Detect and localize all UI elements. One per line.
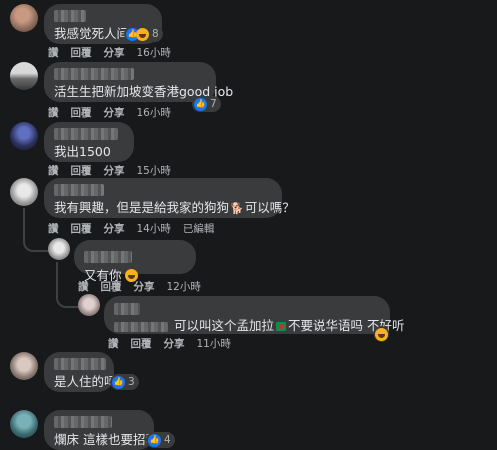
commenter-name[interactable]: [54, 358, 106, 370]
share-button[interactable]: 分享: [104, 165, 125, 177]
like-button[interactable]: 讚: [108, 338, 119, 350]
avatar[interactable]: [10, 410, 38, 438]
dog-emoji: 🐕: [230, 202, 244, 215]
reply-button[interactable]: 回覆: [71, 223, 92, 235]
comment-text: 活生生把新加坡变香港good job: [54, 84, 234, 99]
mention[interactable]: [114, 321, 168, 332]
reaction-summary[interactable]: 👍 4: [146, 432, 175, 448]
avatar[interactable]: [78, 294, 100, 316]
commenter-name[interactable]: [54, 128, 118, 140]
reaction-count: 3: [128, 376, 135, 388]
commenter-name[interactable]: [54, 184, 104, 196]
commenter-name[interactable]: [84, 250, 132, 263]
share-button[interactable]: 分享: [104, 107, 125, 119]
reaction-count: 4: [164, 434, 171, 446]
reaction-summary[interactable]: 👍 8: [124, 26, 163, 42]
bangladesh-flag-emoji: [276, 322, 287, 331]
commenter-name[interactable]: [54, 10, 86, 22]
reaction-summary[interactable]: [374, 326, 389, 342]
comment-text: 是人住的吗: [54, 374, 117, 389]
thread-connector: [23, 226, 49, 252]
comment-actions: 讚回覆 分享 16小時: [48, 105, 183, 120]
timestamp[interactable]: 15小時: [137, 165, 171, 177]
haha-icon: [375, 327, 388, 341]
like-button[interactable]: 讚: [48, 107, 59, 119]
like-icon: 👍: [112, 375, 125, 389]
comment-text: 我出1500: [54, 144, 111, 159]
timestamp[interactable]: 12小時: [167, 281, 201, 293]
reply-button[interactable]: 回覆: [71, 47, 92, 59]
commenter-name[interactable]: [54, 68, 134, 80]
reaction-count: 8: [152, 28, 159, 40]
comment-bubble: 我出1500: [44, 122, 134, 162]
edited-label: 已編輯: [182, 223, 215, 235]
timestamp[interactable]: 16小時: [137, 107, 171, 119]
comment-bubble: 又有你: [74, 240, 196, 283]
comment-text: 我有興趣，但是是給我家的狗狗🐕可以嗎？: [54, 199, 295, 218]
commenter-name[interactable]: [114, 303, 140, 315]
comment-bubble: 我有興趣，但是是給我家的狗狗🐕可以嗎？: [44, 178, 295, 218]
share-button[interactable]: 分享: [104, 47, 125, 59]
timestamp[interactable]: 16小時: [137, 47, 171, 59]
thread-connector: [56, 286, 80, 308]
avatar[interactable]: [10, 4, 38, 32]
comment-bubble: 爛床 這樣也要招租: [44, 410, 158, 450]
comment-text-part: 可以叫这个孟加拉: [174, 318, 275, 333]
reply-button[interactable]: 回覆: [71, 165, 92, 177]
like-button[interactable]: 讚: [78, 281, 89, 293]
comment-text-part: 可以嗎？: [244, 200, 295, 215]
comment-actions: 讚回覆 分享 12小時: [78, 279, 213, 294]
comment-actions: 讚回覆 分享 14小時 已編輯: [48, 221, 226, 236]
comment-text: 可以叫这个孟加拉 不要说华语吗 不好听: [114, 317, 405, 335]
reaction-summary[interactable]: 👍 7: [192, 96, 221, 112]
reaction-count: 7: [210, 98, 217, 110]
avatar[interactable]: [10, 122, 38, 150]
timestamp[interactable]: 11小時: [197, 338, 231, 350]
share-button[interactable]: 分享: [134, 281, 155, 293]
share-button[interactable]: 分享: [104, 223, 125, 235]
comment-actions: 讚回覆 分享 11小時: [108, 336, 243, 351]
like-button[interactable]: 讚: [48, 223, 59, 235]
reply-button[interactable]: 回覆: [131, 338, 152, 350]
commenter-name[interactable]: [54, 416, 112, 428]
avatar[interactable]: [10, 178, 38, 206]
reaction-summary[interactable]: 👍 3: [110, 374, 139, 390]
comment-text: 爛床 這樣也要招租: [54, 432, 158, 447]
like-icon: 👍: [194, 97, 207, 111]
comment-bubble: 可以叫这个孟加拉 不要说华语吗 不好听: [104, 296, 405, 335]
haha-icon: [136, 27, 149, 41]
reply-button[interactable]: 回覆: [101, 281, 122, 293]
avatar[interactable]: [10, 352, 38, 380]
timestamp[interactable]: 14小時: [137, 223, 171, 235]
share-button[interactable]: 分享: [164, 338, 185, 350]
like-button[interactable]: 讚: [48, 165, 59, 177]
comment-bubble: 活生生把新加坡变香港good job: [44, 62, 234, 102]
comment-text-part: 我有興趣，但是是給我家的狗狗: [54, 200, 230, 215]
comment-bubble: 是人住的吗: [44, 352, 117, 392]
avatar[interactable]: [10, 62, 38, 90]
reply-button[interactable]: 回覆: [71, 107, 92, 119]
comment-actions: 讚回覆 分享 15小時: [48, 163, 183, 178]
avatar[interactable]: [48, 238, 70, 260]
like-button[interactable]: 讚: [48, 47, 59, 59]
comment-actions: 讚回覆 分享 16小時: [48, 45, 183, 60]
like-icon: 👍: [148, 433, 161, 447]
